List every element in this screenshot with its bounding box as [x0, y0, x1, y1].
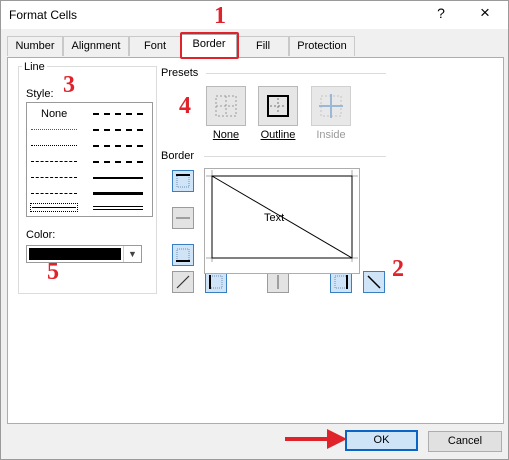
border-tab-panel: Line Style: None Color: ▼ Presets None O…: [7, 57, 504, 424]
style-label: Style:: [26, 88, 54, 100]
line-style-medium-dash-dot-dot[interactable]: [93, 113, 143, 115]
title-bar: Format Cells ? ×: [1, 1, 508, 29]
border-bottom-button[interactable]: [172, 244, 194, 266]
line-style-dashed-thin[interactable]: [31, 193, 77, 194]
border-inside-horizontal-button[interactable]: [172, 207, 194, 229]
tab-font[interactable]: Font: [129, 36, 181, 56]
presets-label: Presets: [161, 67, 199, 79]
preset-inside-icon: [319, 94, 343, 118]
tab-alignment[interactable]: Alignment: [63, 36, 129, 56]
border-diagonal-down-button[interactable]: [363, 271, 385, 293]
border-divider: [204, 156, 386, 157]
preset-none-button[interactable]: [206, 86, 246, 126]
line-style-hairline[interactable]: [31, 129, 77, 130]
border-label: Border: [161, 150, 195, 162]
ok-button[interactable]: OK: [345, 430, 418, 451]
line-style-list[interactable]: None: [26, 102, 153, 217]
line-style-medium[interactable]: [93, 177, 143, 179]
annotation-4: 4: [179, 93, 191, 119]
line-style-dotted[interactable]: [31, 145, 77, 146]
preset-outline-button[interactable]: [258, 86, 298, 126]
tab-highlight-annotation: [180, 32, 239, 59]
color-swatch: [29, 248, 121, 260]
line-style-medium-dash-dot[interactable]: [93, 145, 143, 147]
annotation-3: 3: [63, 72, 75, 98]
line-style-double[interactable]: [93, 206, 143, 210]
preset-outline-label: Outline: [260, 129, 296, 141]
tab-fill[interactable]: Fill: [237, 36, 289, 56]
annotation-2: 2: [392, 256, 404, 282]
preset-inside-button[interactable]: [311, 86, 351, 126]
annotation-1: 1: [214, 3, 226, 29]
cancel-button[interactable]: Cancel: [428, 431, 502, 452]
close-icon[interactable]: ×: [475, 3, 495, 23]
arrow-annotation: [285, 429, 347, 449]
line-style-thick[interactable]: [93, 192, 143, 195]
color-label: Color:: [26, 229, 56, 241]
line-group-label: Line: [22, 61, 47, 73]
border-inside-horizontal-icon: [176, 217, 190, 219]
color-dropdown[interactable]: ▼: [26, 245, 142, 263]
line-style-slant-dash-dot[interactable]: [93, 129, 143, 131]
line-style-dash-dot-dot-thin[interactable]: [31, 161, 77, 162]
preset-none-icon: [215, 95, 237, 117]
border-diagonal-up-button[interactable]: [172, 271, 194, 293]
border-top-button[interactable]: [172, 170, 194, 192]
dialog-title: Format Cells: [9, 8, 78, 22]
tab-strip: Number Alignment Font Border Fill Protec…: [7, 34, 503, 58]
format-cells-dialog: Format Cells ? × Number Alignment Font B…: [0, 0, 509, 460]
chevron-down-icon[interactable]: ▼: [123, 246, 141, 262]
help-icon[interactable]: ?: [433, 5, 449, 21]
tab-protection[interactable]: Protection: [289, 36, 355, 56]
diagonal-down-icon: [367, 275, 381, 289]
preset-outline-icon: [267, 95, 289, 117]
annotation-5: 5: [47, 259, 59, 285]
diagonal-up-icon: [176, 275, 190, 289]
preset-none-label: None: [212, 129, 240, 141]
border-bottom-icon: [176, 248, 190, 262]
line-style-thin[interactable]: [32, 207, 76, 208]
line-style-medium-dashed[interactable]: [93, 161, 143, 163]
tab-number[interactable]: Number: [7, 36, 63, 56]
line-style-dash-dot-thin[interactable]: [31, 177, 77, 178]
preview-text: Text: [264, 212, 285, 224]
border-top-icon: [176, 174, 190, 188]
preset-inside-label: Inside: [316, 129, 346, 141]
line-style-none[interactable]: None: [41, 108, 67, 120]
presets-divider: [206, 73, 386, 74]
